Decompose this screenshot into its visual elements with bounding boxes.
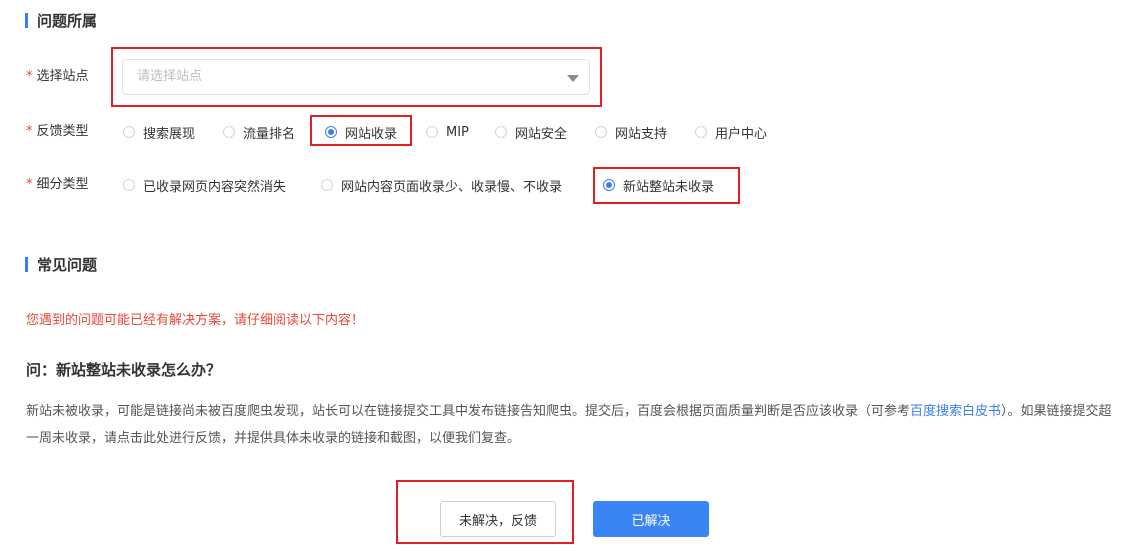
- radio-circle: [695, 126, 707, 138]
- radio-circle: [321, 179, 333, 191]
- feedback-type-label: * 反馈类型: [26, 124, 89, 140]
- section-title-problem: 问题所属: [25, 11, 98, 30]
- radio-feedback-user-center[interactable]: 用户中心: [695, 123, 768, 142]
- notice-text: 您遇到的问题可能已经有解决方案，请仔细阅读以下内容！: [26, 313, 365, 328]
- radio-feedback-site-security[interactable]: 网站安全: [495, 123, 568, 142]
- radio-feedback-site-indexing[interactable]: 网站收录: [325, 123, 398, 142]
- resolved-button[interactable]: 已解决: [593, 501, 709, 537]
- radio-label: 用户中心: [715, 126, 768, 142]
- radio-label: 网站安全: [515, 126, 568, 142]
- section-title-faq: 常见问题: [25, 255, 98, 274]
- site-select-dropdown[interactable]: 请选择站点: [122, 59, 590, 95]
- whitepaper-link[interactable]: 百度搜索白皮书: [910, 404, 1001, 419]
- radio-subtype-new-site-not-indexed[interactable]: 新站整站未收录: [603, 176, 715, 195]
- sub-type-label: * 细分类型: [26, 177, 89, 193]
- site-select-placeholder: 请选择站点: [137, 69, 203, 84]
- site-select-label-text: 选择站点: [36, 69, 89, 84]
- faq-answer-part1: 新站未被收录，可能是链接尚未被百度爬虫发现，站长可以在链接提交工具中发布链接告知…: [26, 404, 911, 419]
- faq-question: 问：新站整站未收录怎么办？: [26, 361, 222, 379]
- radio-feedback-mip[interactable]: MIP: [426, 123, 469, 141]
- section-title-faq-text: 常见问题: [37, 255, 98, 274]
- radio-circle-checked: [603, 179, 615, 191]
- radio-label: 网站收录: [345, 126, 398, 142]
- radio-label: 搜索展现: [143, 126, 196, 142]
- section-accent-bar: [25, 12, 28, 28]
- feedback-type-label-text: 反馈类型: [36, 124, 89, 139]
- radio-circle: [595, 126, 607, 138]
- radio-circle: [123, 126, 135, 138]
- radio-circle: [123, 179, 135, 191]
- caret-down-icon: [567, 75, 579, 82]
- radio-label: MIP: [446, 124, 469, 140]
- required-mark: *: [26, 177, 33, 192]
- radio-label: 已收录网页内容突然消失: [143, 179, 287, 195]
- radio-circle: [426, 126, 438, 138]
- radio-circle: [223, 126, 235, 138]
- required-mark: *: [26, 69, 33, 84]
- faq-answer: 新站未被收录，可能是链接尚未被百度爬虫发现，站长可以在链接提交工具中发布链接告知…: [26, 398, 1120, 452]
- section-accent-bar: [25, 256, 28, 272]
- site-select-label: * 选择站点: [26, 69, 89, 85]
- radio-feedback-site-support[interactable]: 网站支持: [595, 123, 668, 142]
- required-mark: *: [26, 124, 33, 139]
- radio-label: 流量排名: [243, 126, 296, 142]
- radio-label: 新站整站未收录: [623, 179, 715, 195]
- radio-circle-checked: [325, 126, 337, 138]
- radio-feedback-traffic-ranking[interactable]: 流量排名: [223, 123, 296, 142]
- radio-subtype-slow-indexing[interactable]: 网站内容页面收录少、收录慢、不收录: [321, 176, 563, 195]
- radio-label: 网站支持: [615, 126, 668, 142]
- sub-type-label-text: 细分类型: [36, 177, 89, 192]
- radio-label: 网站内容页面收录少、收录慢、不收录: [341, 179, 563, 195]
- radio-feedback-search-display[interactable]: 搜索展现: [123, 123, 196, 142]
- section-title-problem-text: 问题所属: [37, 11, 98, 30]
- radio-subtype-content-disappeared[interactable]: 已收录网页内容突然消失: [123, 176, 287, 195]
- radio-circle: [495, 126, 507, 138]
- unresolved-feedback-button[interactable]: 未解决，反馈: [440, 501, 556, 537]
